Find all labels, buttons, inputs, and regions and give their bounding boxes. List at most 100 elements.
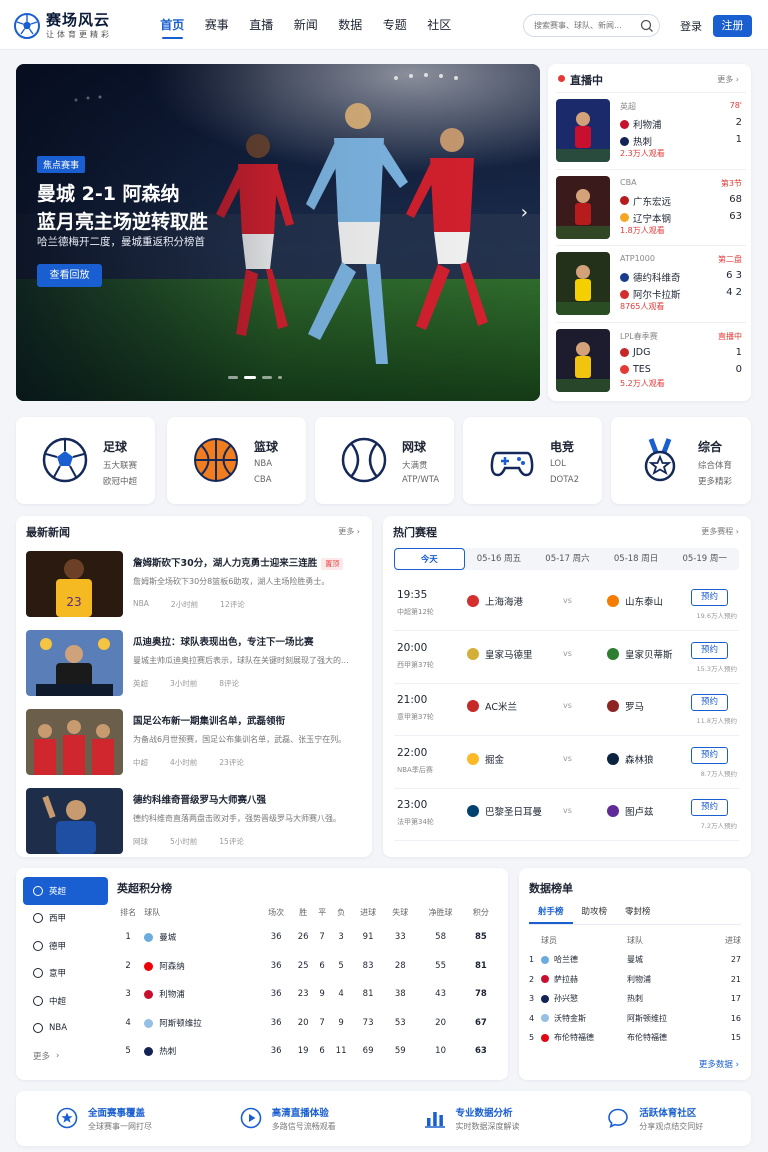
watch-replay-button[interactable]: 查看回放 (37, 264, 102, 287)
category-card-0[interactable]: 足球 五大联赛 欧冠中超 (16, 417, 155, 504)
date-tab-4[interactable]: 05-19 周一 (670, 548, 739, 570)
team-name: 上海海港 (485, 597, 524, 608)
reserve-button[interactable]: 预约 (691, 694, 728, 711)
fixture-round: 意甲第37轮 (397, 713, 434, 721)
ranking-tab-1[interactable]: 助攻榜 (573, 904, 617, 924)
team-crest-icon (607, 805, 619, 817)
category-card-3[interactable]: 电竞 LOL DOTA2 (463, 417, 602, 504)
cell-d: 6 (319, 1046, 325, 1057)
news-headline[interactable]: 德约科维奇晋级罗马大师赛八强 (133, 792, 266, 806)
team-score: 68 (729, 193, 742, 205)
league-tab-1[interactable]: 西甲 (23, 905, 108, 933)
news-more-link[interactable]: 更多 › (338, 526, 360, 537)
home-team[interactable]: AC米兰 (467, 699, 517, 713)
schedule-more-link[interactable]: 更多赛程 › (701, 526, 739, 537)
news-item[interactable]: 23 詹姆斯砍下30分，湖人力克勇士迎来三连胜 置顶 詹姆斯全场砍下30分8篮板6助攻… (26, 551, 366, 619)
away-team[interactable]: 皇家贝蒂斯 (607, 647, 673, 661)
login-link[interactable]: 登录 (680, 18, 702, 34)
live-team: 广东宏远 (620, 194, 671, 208)
date-tab-0[interactable]: 今天 (394, 548, 465, 570)
carousel-dot[interactable] (228, 376, 238, 379)
news-item[interactable]: 德约科维奇晋级罗马大师赛八强 德约科维奇直落两盘击败对手，强势晋级罗马大师赛八强。… (26, 788, 366, 856)
away-team[interactable]: 森林狼 (607, 752, 654, 766)
reserve-button[interactable]: 预约 (691, 589, 728, 606)
news-headline[interactable]: 瓜迪奥拉：球队表现出色，专注下一场比赛 (133, 634, 314, 648)
search-icon[interactable] (639, 18, 655, 34)
league-tab-4[interactable]: 中超 (23, 987, 108, 1015)
league-tab-0[interactable]: 英超 (23, 877, 108, 905)
reserve-button[interactable]: 预约 (691, 746, 728, 764)
home-team[interactable]: 掘金 (467, 752, 504, 766)
team-crest-icon (467, 700, 479, 712)
news-item[interactable]: 瓜迪奥拉：球队表现出色，专注下一场比赛 曼城主帅瓜迪奥拉赛后表示，球队在关键时刻展… (26, 630, 366, 698)
live-match-card[interactable]: CBA 第3节 广东宏远 68 辽宁本钢 63 1.8万人观看 (556, 168, 746, 245)
away-team[interactable]: 罗马 (607, 699, 644, 713)
team-name: 阿斯顿维拉 (159, 1018, 202, 1029)
nav-home[interactable]: 首页 (150, 0, 195, 50)
ranking-row[interactable]: 5 布伦特福德 布伦特福德 15 (529, 1028, 741, 1048)
nav-events[interactable]: 赛事 (195, 0, 240, 50)
live-match-league: 英超 (620, 102, 636, 111)
nav-live[interactable]: 直播 (239, 0, 284, 50)
ranking-row[interactable]: 2 萨拉赫 利物浦 21 (529, 970, 741, 990)
register-button[interactable]: 注册 (713, 15, 752, 37)
league-icon (33, 968, 43, 979)
ranking-tab-0[interactable]: 射手榜 (529, 904, 573, 924)
reserve-button[interactable]: 预约 (691, 641, 728, 659)
ranking-row[interactable]: 4 沃特金斯 阿斯顿维拉 16 (529, 1009, 741, 1029)
live-team: JDG (620, 347, 650, 358)
away-team[interactable]: 山东泰山 (607, 594, 663, 608)
chevron-right-icon[interactable]: › (521, 202, 528, 223)
carousel-dot[interactable] (278, 376, 282, 379)
league-tab-5[interactable]: NBA (23, 1015, 108, 1043)
live-match-card[interactable]: LPL春季赛 直播中 JDG 1 TES 0 5.2万人观看 (556, 321, 746, 398)
news-headline[interactable]: 国足公布新一期集训名单，武磊领衔 (133, 713, 285, 727)
league-more-link[interactable]: 更多 › (23, 1042, 108, 1070)
news-headline[interactable]: 詹姆斯砍下30分，湖人力克勇士迎来三连胜 置顶 (133, 555, 344, 570)
home-team[interactable]: 巴黎圣日耳曼 (467, 804, 542, 818)
standings-row[interactable]: 3 利物浦 36 23 9 4 81 38 43 78 (112, 980, 497, 1009)
ranking-tab-2[interactable]: 零封榜 (616, 904, 660, 924)
away-team[interactable]: 图卢兹 (607, 804, 654, 818)
team-name: AC米兰 (485, 702, 517, 713)
home-team[interactable]: 上海海港 (467, 594, 523, 608)
date-tab-3[interactable]: 05-18 周日 (602, 548, 671, 570)
chat-bubble-icon (607, 1107, 629, 1129)
reserve-button[interactable]: 预约 (691, 799, 728, 816)
home-team[interactable]: 皇家马德里 (467, 647, 533, 661)
player-name: 布伦特福德 (554, 1033, 594, 1043)
live-match-card[interactable]: 英超 78' 利物浦 2 热刺 1 2.3万人观看 (556, 92, 746, 168)
feature-item-1: 高清直播体验 多路信号流畅观看 (200, 1091, 384, 1146)
carousel-dot[interactable] (262, 376, 272, 379)
fixture-time: 22:00 (397, 746, 428, 759)
date-tab-2[interactable]: 05-17 周六 (533, 548, 602, 570)
nav-news[interactable]: 新闻 (284, 0, 329, 50)
hero-title: 曼城 2-1 阿森纳 蓝月亮主场逆转取胜 (37, 180, 267, 236)
hero-banner[interactable]: 焦点赛事 曼城 2-1 阿森纳 蓝月亮主场逆转取胜 哈兰德梅开二度，曼城重返积分… (16, 64, 540, 401)
nav-topics[interactable]: 专题 (373, 0, 418, 50)
cell-team: 利物浦 (144, 980, 260, 1009)
ranking-row[interactable]: 1 哈兰德 曼城 27 (529, 950, 741, 970)
category-card-2[interactable]: 网球 大满贯 ATP/WTA (315, 417, 454, 504)
category-card-1[interactable]: 篮球 NBA CBA (167, 417, 306, 504)
league-tab-3[interactable]: 意甲 (23, 960, 108, 988)
news-item[interactable]: 国足公布新一期集训名单，武磊领衔 为备战6月世预赛，国足公布集训名单，武磊、张玉宁… (26, 709, 366, 777)
column-header: 进球 (360, 907, 377, 917)
category-card-4[interactable]: 综合 综合体育 更多精彩 (611, 417, 751, 504)
standings-row[interactable]: 5 热刺 36 19 6 11 69 59 10 63 (112, 1037, 497, 1066)
more-data-link[interactable]: 更多数据 › (699, 1058, 739, 1070)
standings-row[interactable]: 2 阿森纳 36 25 6 5 83 28 55 81 (112, 952, 497, 981)
live-team: 德约科维奇 (620, 270, 681, 284)
standings-row[interactable]: 1 曼城 36 26 7 3 91 33 58 85 (112, 923, 497, 952)
nav-community[interactable]: 社区 (417, 0, 462, 50)
vs-label: vs (563, 753, 572, 763)
live-match-card[interactable]: ATP1000 第二盘 德约科维奇 6 3 阿尔卡拉斯 4 2 8765人观看 (556, 245, 746, 321)
brand-logo[interactable]: 赛场风云 让体育更精彩 (14, 12, 112, 40)
date-tab-1[interactable]: 05-16 周五 (465, 548, 534, 570)
league-tab-2[interactable]: 德甲 (23, 932, 108, 960)
standings-row[interactable]: 4 阿斯顿维拉 36 20 7 9 73 53 20 67 (112, 1009, 497, 1038)
ranking-row[interactable]: 3 孙兴慜 热刺 17 (529, 989, 741, 1009)
nav-data[interactable]: 数据 (328, 0, 373, 50)
carousel-dot-active[interactable] (244, 376, 256, 379)
live-more-link[interactable]: 更多 › (717, 74, 739, 85)
